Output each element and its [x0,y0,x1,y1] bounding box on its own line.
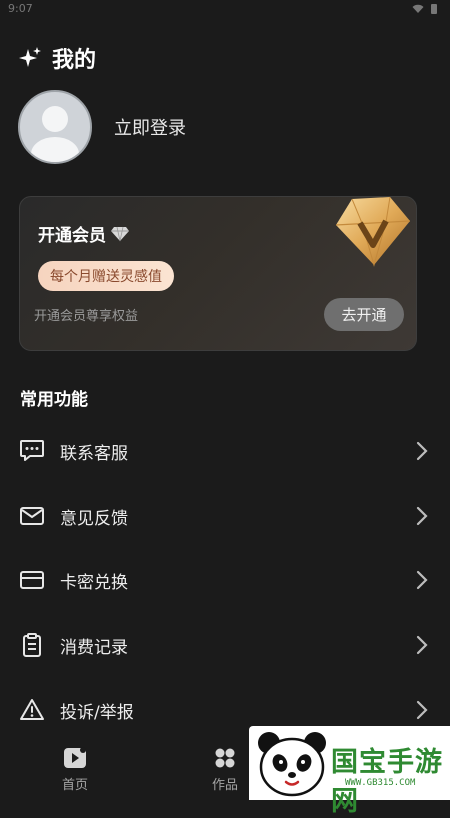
menu-label: 卡密兑换 [60,572,128,593]
section-title: 常用功能 [20,390,88,410]
battery-icon [431,4,437,14]
wifi-icon [412,4,424,13]
menu-item-purchase-history[interactable]: 消费记录 [0,617,450,673]
chevron-right-icon [416,570,430,590]
diamond-small-icon [111,226,129,241]
panda-icon [258,732,326,797]
clipboard-icon [18,631,46,659]
menu-label: 投诉/举报 [60,702,134,723]
tab-works[interactable]: 作品 [195,746,255,793]
vip-title: 开通会员 [38,226,106,246]
vip-title-row: 开通会员 [38,221,130,246]
mail-icon [18,502,46,530]
status-time: 9:07 [8,2,33,15]
menu-label: 意见反馈 [60,508,128,529]
user-icon [31,106,79,162]
sparkle-icon [19,47,41,67]
menu-item-customer-service[interactable]: 联系客服 [0,423,450,479]
tab-label: 作品 [211,778,238,793]
menu-label: 联系客服 [60,443,128,464]
chevron-right-icon [416,635,430,655]
vip-description: 开通会员尊享权益 [34,309,139,324]
menu-item-feedback[interactable]: 意见反馈 [0,488,450,544]
tab-label: 首页 [61,778,88,793]
status-icons [412,3,438,15]
chevron-right-icon [416,506,430,526]
tab-home[interactable]: 首页 [45,746,105,793]
watermark-url: WWW.GB315.COM [345,778,416,788]
grid-icon [215,748,235,768]
vip-card[interactable]: 开通会员 每个月赠送灵感值 开通会员尊享权益 去开通 [19,196,417,351]
vip-diamond-icon [335,196,411,267]
page-header: 我的 [18,42,96,74]
vip-benefit-badge: 每个月赠送灵感值 [38,261,174,291]
chat-icon [18,437,46,465]
chevron-right-icon [416,441,430,461]
card-icon [18,566,46,594]
warning-icon [18,696,46,724]
watermark-logo: 国宝手游网 WWW.GB315.COM [249,726,450,817]
menu-label: 消费记录 [60,637,128,658]
play-icon [64,747,86,768]
login-link[interactable]: 立即登录 [114,114,186,140]
avatar[interactable] [18,90,92,164]
menu-item-card-redeem[interactable]: 卡密兑换 [0,552,450,608]
status-bar: 9:07 [0,0,450,20]
page-title: 我的 [52,48,97,73]
activate-vip-button[interactable]: 去开通 [324,298,404,331]
profile-section[interactable]: 立即登录 [18,90,186,164]
chevron-right-icon [416,700,430,720]
